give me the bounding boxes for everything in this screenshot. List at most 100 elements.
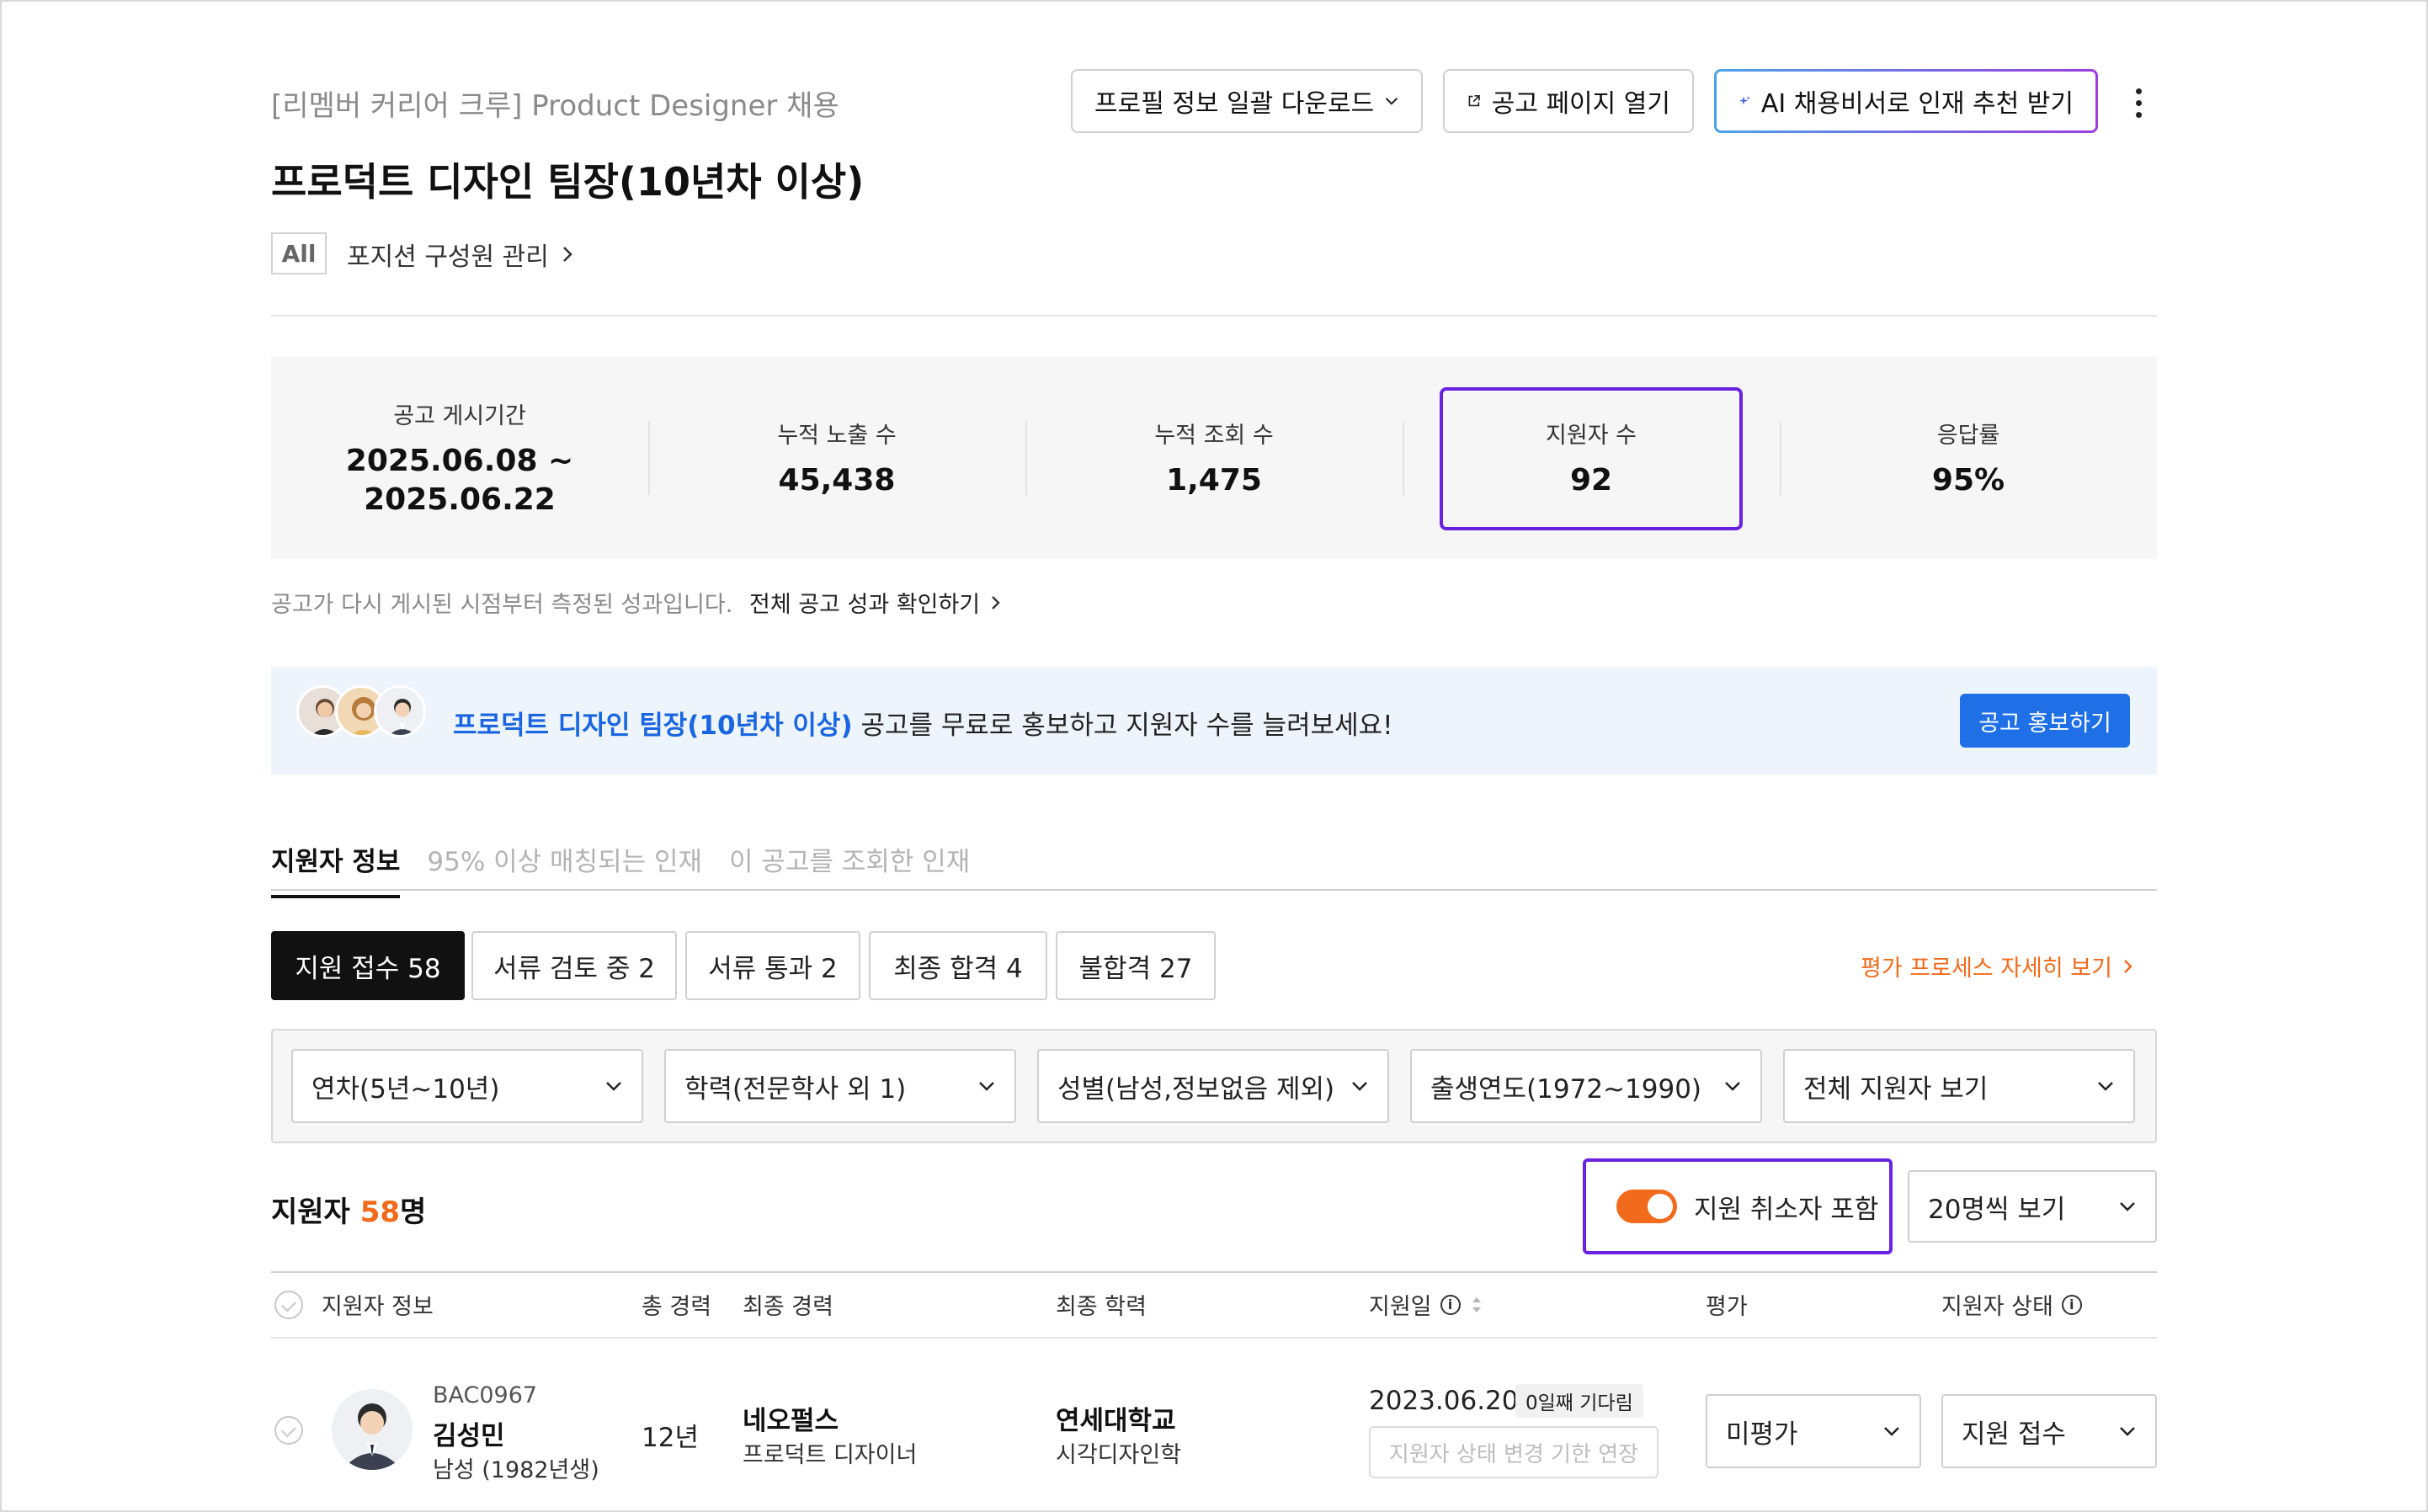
header-total-career: 총 경력 — [642, 1294, 712, 1320]
header-last-career: 최종 경력 — [743, 1294, 833, 1320]
header-apply-date-cell[interactable]: 지원일 i — [1369, 1288, 1484, 1321]
evaluation-value: 미평가 — [1726, 1419, 1798, 1450]
stat-response-rate: 응답률 95% — [1780, 357, 2157, 559]
applicant-count: 지원자 58명 — [271, 1195, 427, 1229]
chevron-down-icon — [2120, 1427, 2135, 1436]
applicant-name[interactable]: 김성민 — [433, 1414, 505, 1452]
stat-label: 공고 게시기간 — [393, 402, 526, 429]
status-chip-reviewing[interactable]: 서류 검토 중 2 — [471, 931, 677, 1000]
filter-gender[interactable]: 성별(남성,정보없음 제외) — [1037, 1049, 1389, 1123]
filter-view-all[interactable]: 전체 지원자 보기 — [1783, 1049, 2135, 1123]
header-apply-date: 지원일 — [1369, 1294, 1432, 1320]
filter-career-years[interactable]: 연차(5년~10년) — [291, 1049, 643, 1123]
stats-panel: 공고 게시기간 2025.06.08 ~2025.06.22 누적 노출 수 4… — [271, 357, 2157, 559]
status-chip-received[interactable]: 지원 접수 58 — [271, 931, 465, 1000]
chevron-down-icon — [2120, 1202, 2135, 1211]
include-cancelled-label: 지원 취소자 포함 — [1694, 1194, 1879, 1225]
header-info-cell: 지원자 정보 — [274, 1288, 434, 1321]
promo-highlight: 프로덕트 디자인 팀장(10년차 이상) — [453, 711, 853, 741]
header-status: 지원자 상태 — [1941, 1294, 2053, 1320]
promo-body: 공고를 무료로 홍보하고 지원자 수를 늘려보세요! — [852, 711, 1393, 741]
stat-label: 누적 조회 수 — [1154, 422, 1274, 449]
include-cancelled-toggle-box: 지원 취소자 포함 — [1583, 1158, 1893, 1254]
chevron-down-icon — [1884, 1427, 1899, 1436]
applicant-id: BAC0967 — [433, 1382, 538, 1408]
include-cancelled-toggle[interactable] — [1616, 1190, 1677, 1223]
evaluation-process-link[interactable]: 평가 프로세스 자세히 보기 — [1861, 950, 2134, 982]
chevron-right-icon — [992, 595, 1000, 610]
chevron-right-icon — [562, 247, 572, 262]
applicant-total-career: 12년 — [642, 1423, 699, 1453]
chevron-down-icon — [1725, 1082, 1740, 1091]
applicant-school: 연세대학교 — [1056, 1406, 1176, 1436]
external-link-icon — [1468, 95, 1480, 107]
filter-birth-year[interactable]: 출생연도(1972~1990) — [1410, 1049, 1762, 1123]
status-select[interactable]: 지원 접수 — [1941, 1394, 2157, 1468]
row-checkbox-wrap — [274, 1416, 303, 1445]
all-badge: All — [271, 232, 327, 274]
all-performance-link[interactable]: 전체 공고 성과 확인하기 — [749, 586, 1002, 619]
evaluation-process-label: 평가 프로세스 자세히 보기 — [1861, 956, 2112, 982]
stat-views: 누적 조회 수 1,475 — [1025, 357, 1403, 559]
status-value: 지원 접수 — [1962, 1419, 2066, 1450]
sort-icon[interactable] — [1469, 1293, 1484, 1317]
open-job-page-button[interactable]: 공고 페이지 열기 — [1443, 69, 1694, 133]
promo-text: 프로덕트 디자인 팀장(10년차 이상) 공고를 무료로 홍보하고 지원자 수를… — [453, 704, 1393, 742]
info-icon[interactable]: i — [1440, 1294, 1461, 1315]
tab-viewed-candidates[interactable]: 이 공고를 조회한 인재 — [729, 840, 970, 895]
info-icon[interactable]: i — [2061, 1294, 2082, 1315]
extend-deadline-button[interactable]: 지원자 상태 변경 기한 연장 — [1369, 1426, 1659, 1478]
job-subtitle: [리멤버 커리어 크루] Product Designer 채용 — [271, 89, 839, 123]
header-info: 지원자 정보 — [322, 1294, 434, 1320]
chevron-down-icon — [606, 1082, 621, 1091]
page-title: 프로덕트 디자인 팀장(10년차 이상) — [271, 159, 865, 205]
stat-value: 95% — [1931, 462, 2005, 498]
stat-impressions: 누적 노출 수 45,438 — [648, 357, 1025, 559]
waiting-days-badge: 0일째 기다림 — [1515, 1384, 1643, 1418]
header-divider — [271, 315, 2157, 317]
header-last-education: 최종 학력 — [1056, 1294, 1147, 1320]
more-options-icon[interactable] — [2122, 77, 2155, 128]
stat-value: 45,438 — [778, 462, 896, 498]
per-page-select[interactable]: 20명씩 보기 — [1908, 1170, 2157, 1243]
applicant-job: 프로덕트 디자이너 — [743, 1442, 918, 1468]
applicant-company: 네오펄스 — [743, 1406, 839, 1436]
filter-label: 성별(남성,정보없음 제외) — [1057, 1073, 1335, 1105]
ai-recommend-button[interactable]: AI 채용비서로 인재 추천 받기 — [1714, 69, 2098, 133]
stat-posting-period: 공고 게시기간 2025.06.08 ~2025.06.22 — [271, 357, 648, 559]
filter-label: 출생연도(1972~1990) — [1430, 1073, 1702, 1105]
tabs-underline — [271, 889, 2157, 891]
applicant-count-number: 58 — [359, 1195, 401, 1229]
applicant-apply-date: 2023.06.20 — [1369, 1386, 1519, 1416]
chevron-down-icon — [2098, 1082, 2113, 1091]
row-checkbox[interactable] — [274, 1416, 303, 1445]
stat-label: 응답률 — [1936, 422, 2000, 449]
ai-recommend-label: AI 채용비서로 인재 추천 받기 — [1760, 89, 2074, 119]
table-header-border — [271, 1337, 2157, 1339]
evaluation-select[interactable]: 미평가 — [1706, 1394, 1921, 1468]
stat-value: 2025.06.08 ~2025.06.22 — [345, 443, 574, 517]
applicant-meta: 남성 (1982년생) — [433, 1457, 599, 1483]
position-members-label: 포지션 구성원 관리 — [347, 242, 549, 272]
chevron-right-icon — [2124, 959, 2132, 973]
sparkle-icon — [1738, 95, 1750, 105]
applicants-highlight-box — [1440, 387, 1743, 530]
position-members-link[interactable]: 포지션 구성원 관리 — [347, 236, 574, 273]
stats-note: 공고가 다시 게시된 시점부터 측정된 성과입니다. — [271, 592, 733, 618]
status-chip-passed[interactable]: 서류 통과 2 — [685, 931, 860, 1000]
header-status-cell: 지원자 상태 i — [1941, 1288, 2082, 1321]
filter-label: 학력(전문학사 외 1) — [684, 1073, 907, 1105]
select-all-checkbox[interactable] — [274, 1290, 303, 1319]
filter-label: 연차(5년~10년) — [311, 1073, 500, 1105]
per-page-label: 20명씩 보기 — [1928, 1194, 2066, 1225]
filter-education[interactable]: 학력(전문학사 외 1) — [664, 1049, 1016, 1123]
tab-95-matching[interactable]: 95% 이상 매칭되는 인재 — [427, 840, 702, 895]
filter-label: 전체 지원자 보기 — [1803, 1073, 1989, 1105]
chevron-down-icon — [979, 1082, 994, 1091]
open-job-page-label: 공고 페이지 열기 — [1491, 89, 1670, 119]
promote-job-button[interactable]: 공고 홍보하기 — [1960, 694, 2130, 748]
status-chip-rejected[interactable]: 불합격 27 — [1056, 931, 1216, 1000]
bulk-download-button[interactable]: 프로필 정보 일괄 다운로드 — [1071, 69, 1423, 133]
status-chip-final[interactable]: 최종 합격 4 — [869, 931, 1047, 1000]
all-performance-label: 전체 공고 성과 확인하기 — [749, 592, 981, 618]
